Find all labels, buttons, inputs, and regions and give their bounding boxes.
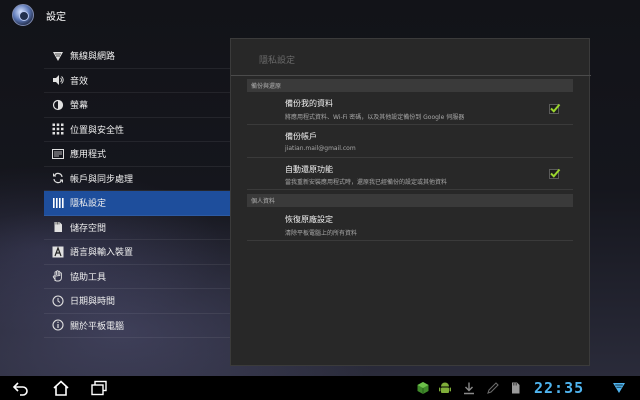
sidebar-item-label: 儲存空間 (70, 223, 107, 234)
location-grid-icon (52, 123, 64, 135)
sidebar-item-date-time[interactable]: 日期與時間 (44, 289, 230, 314)
panel-divider (231, 75, 591, 76)
action-bar: 設定 (0, 0, 640, 30)
system-bar: 22:35 (0, 376, 640, 400)
checkmark-icon (550, 103, 561, 113)
pref-auto-restore[interactable]: 自動還原功能 當我重新安裝應用程式時，還原我已經備份的設定或其他資料 (247, 158, 573, 190)
settings-app-icon[interactable] (12, 4, 34, 26)
sd-card-icon[interactable] (508, 381, 522, 395)
download-icon[interactable] (462, 381, 476, 395)
sidebar-item-label: 日期與時間 (70, 297, 116, 308)
pref-summary: 當我重新安裝應用程式時，還原我已經備份的設定或其他資料 (285, 179, 448, 186)
sidebar-item-privacy[interactable]: 隱私設定 (44, 191, 230, 216)
sidebar-item-display[interactable]: 螢幕 (44, 93, 230, 118)
sidebar-item-label: 無線與網路 (70, 52, 116, 63)
storage-icon (52, 221, 64, 233)
sidebar-item-wireless[interactable]: 無線與網路 (44, 44, 230, 69)
sync-icon (52, 172, 64, 184)
privacy-settings-panel: 隱私設定 備份與還原 備份我的資料 將應用程式資料、Wi-Fi 密碼，以及其他設… (230, 38, 591, 366)
sidebar-item-label: 螢幕 (70, 101, 89, 112)
wifi-icon (52, 50, 64, 62)
back-button[interactable] (10, 379, 32, 397)
back-icon (12, 382, 28, 396)
checkmark-icon (550, 168, 561, 178)
pref-backup-data[interactable]: 備份我的資料 將應用程式資料、Wi-Fi 密碼，以及其他設定備份到 Google… (247, 93, 573, 125)
sidebar-item-location[interactable]: 位置與安全性 (44, 118, 230, 142)
clock-icon (52, 295, 64, 307)
sidebar-item-accounts-sync[interactable]: 帳戶與同步處理 (44, 167, 230, 191)
pen-icon[interactable] (486, 381, 500, 395)
recent-apps-button[interactable] (88, 379, 110, 397)
section-header-backup-restore: 備份與還原 (247, 79, 573, 92)
sidebar-item-storage[interactable]: 儲存空間 (44, 216, 230, 240)
sidebar-item-sound[interactable]: 音效 (44, 69, 230, 93)
android-usb-icon[interactable] (438, 381, 452, 395)
sidebar-item-label: 協助工具 (70, 272, 107, 283)
home-button[interactable] (50, 379, 72, 397)
panel-title: 隱私設定 (259, 56, 296, 66)
speaker-icon (52, 74, 64, 86)
home-icon (53, 380, 69, 396)
privacy-icon (52, 197, 64, 209)
section-header-personal-data: 個人資料 (247, 194, 573, 207)
pref-backup-account[interactable]: 備份帳戶 jiatian.mail@gmail.com (247, 125, 573, 158)
pref-summary: 清除平板電腦上的所有資料 (285, 230, 358, 237)
sidebar-item-applications[interactable]: 應用程式 (44, 142, 230, 167)
sidebar-item-language-input[interactable]: 語言與輸入裝置 (44, 240, 230, 265)
pref-summary: 將應用程式資料、Wi-Fi 密碼，以及其他設定備份到 Google 伺服器 (285, 114, 465, 121)
pref-title: 恢復原廠設定 (285, 215, 333, 224)
apps-icon (52, 148, 64, 160)
status-clock[interactable]: 22:35 (534, 379, 584, 397)
settings-sidebar: 無線與網路 音效 螢幕 位置與安全性 應用程式 帳戶與同步處理 隱私設定 儲存空… (44, 44, 230, 338)
brightness-icon (52, 99, 64, 111)
sidebar-item-label: 位置與安全性 (70, 125, 125, 136)
pref-title: 備份我的資料 (285, 99, 333, 108)
wifi-signal-icon[interactable] (612, 381, 626, 395)
notification-cube-icon[interactable] (416, 381, 430, 395)
pref-title: 備份帳戶 (285, 132, 317, 141)
sidebar-item-label: 應用程式 (70, 150, 107, 161)
backup-data-checkbox[interactable] (549, 103, 561, 114)
pref-title: 自動還原功能 (285, 165, 333, 174)
recent-apps-icon (91, 380, 107, 396)
page-title: 設定 (46, 12, 66, 23)
sidebar-item-about[interactable]: 關於平板電腦 (44, 314, 230, 338)
pref-factory-reset[interactable]: 恢復原廠設定 清除平板電腦上的所有資料 (247, 208, 573, 241)
sidebar-item-label: 帳戶與同步處理 (70, 174, 134, 185)
sidebar-item-accessibility[interactable]: 協助工具 (44, 265, 230, 289)
language-icon (52, 246, 64, 258)
sidebar-item-label: 音效 (70, 76, 89, 87)
sidebar-item-label: 隱私設定 (70, 199, 107, 210)
auto-restore-checkbox[interactable] (549, 168, 561, 179)
info-icon (52, 319, 64, 331)
sidebar-item-label: 關於平板電腦 (70, 321, 125, 332)
sidebar-item-label: 語言與輸入裝置 (70, 248, 134, 259)
pref-summary: jiatian.mail@gmail.com (285, 145, 356, 152)
hand-icon (52, 270, 64, 282)
